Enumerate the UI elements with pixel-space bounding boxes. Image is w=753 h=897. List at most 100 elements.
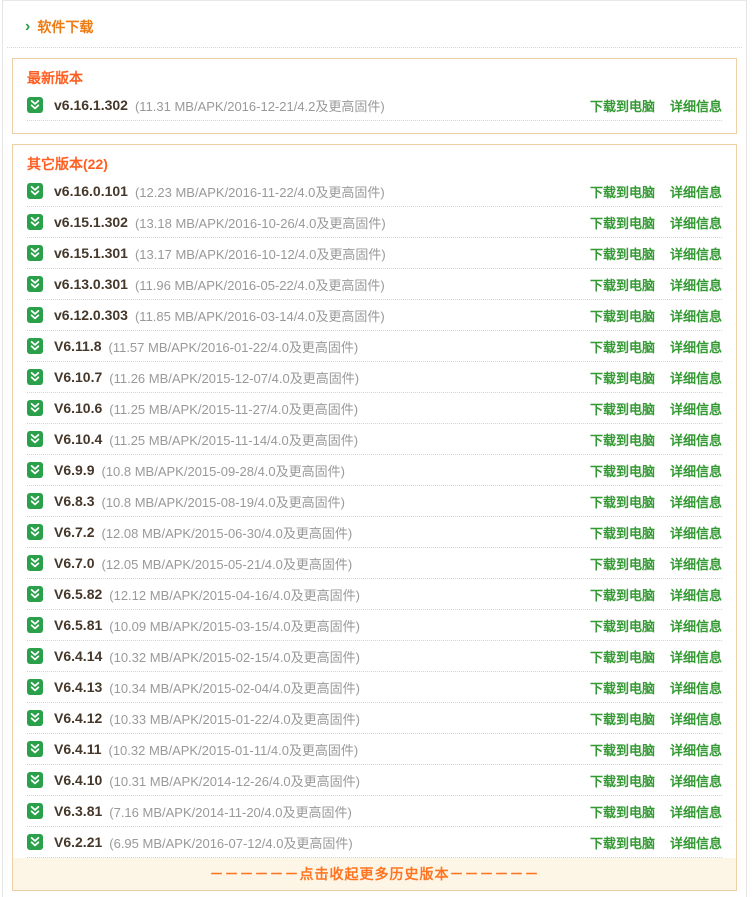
download-icon[interactable] (27, 183, 43, 199)
version-row: V6.10.6 (11.25 MB/APK/2015-11-27/4.0及更高固… (27, 393, 722, 424)
version-info: (13.17 MB/APK/2016-10-12/4.0及更高固件) (135, 244, 386, 263)
download-to-pc-link[interactable]: 下载到电脑 (590, 616, 655, 635)
details-link[interactable]: 详细信息 (670, 430, 722, 449)
download-to-pc-link[interactable]: 下载到电脑 (590, 709, 655, 728)
download-to-pc-link[interactable]: 下载到电脑 (590, 678, 655, 697)
version-label: V6.8.3 (54, 493, 94, 509)
software-download-panel: › 软件下载 最新版本 v6.16.1.302 (11.31 MB/APK/20… (2, 0, 747, 897)
download-to-pc-link[interactable]: 下载到电脑 (590, 368, 655, 387)
version-row: v6.15.1.302 (13.18 MB/APK/2016-10-26/4.0… (27, 207, 722, 238)
download-to-pc-link[interactable]: 下载到电脑 (590, 337, 655, 356)
details-link[interactable]: 详细信息 (670, 492, 722, 511)
details-link[interactable]: 详细信息 (670, 96, 722, 115)
details-link[interactable]: 详细信息 (670, 275, 722, 294)
download-to-pc-link[interactable]: 下载到电脑 (590, 275, 655, 294)
version-row: V6.4.11 (10.32 MB/APK/2015-01-11/4.0及更高固… (27, 734, 722, 765)
download-to-pc-link[interactable]: 下载到电脑 (590, 554, 655, 573)
version-info: (11.31 MB/APK/2016-12-21/4.2及更高固件) (135, 96, 385, 115)
download-icon[interactable] (27, 369, 43, 385)
details-link[interactable]: 详细信息 (670, 182, 722, 201)
details-link[interactable]: 详细信息 (670, 678, 722, 697)
download-icon[interactable] (27, 524, 43, 540)
details-link[interactable]: 详细信息 (670, 616, 722, 635)
details-link[interactable]: 详细信息 (670, 740, 722, 759)
version-row: V6.4.12 (10.33 MB/APK/2015-01-22/4.0及更高固… (27, 703, 722, 734)
version-label: V6.2.21 (54, 834, 102, 850)
download-icon[interactable] (27, 617, 43, 633)
version-label: v6.15.1.301 (54, 245, 128, 261)
download-to-pc-link[interactable]: 下载到电脑 (590, 96, 655, 115)
version-row: V6.11.8 (11.57 MB/APK/2016-01-22/4.0及更高固… (27, 331, 722, 362)
version-label: V6.5.81 (54, 617, 102, 633)
download-to-pc-link[interactable]: 下载到电脑 (590, 213, 655, 232)
download-to-pc-link[interactable]: 下载到电脑 (590, 833, 655, 852)
version-info: (10.34 MB/APK/2015-02-04/4.0及更高固件) (109, 678, 360, 697)
download-to-pc-link[interactable]: 下载到电脑 (590, 802, 655, 821)
download-to-pc-link[interactable]: 下载到电脑 (590, 740, 655, 759)
download-icon[interactable] (27, 803, 43, 819)
details-link[interactable]: 详细信息 (670, 244, 722, 263)
version-label: V6.4.12 (54, 710, 102, 726)
version-info: (11.25 MB/APK/2015-11-14/4.0及更高固件) (109, 430, 358, 449)
download-icon[interactable] (27, 586, 43, 602)
details-link[interactable]: 详细信息 (670, 802, 722, 821)
version-label: V6.4.11 (54, 741, 102, 757)
download-to-pc-link[interactable]: 下载到电脑 (590, 523, 655, 542)
version-row: V6.4.10 (10.31 MB/APK/2014-12-26/4.0及更高固… (27, 765, 722, 796)
details-link[interactable]: 详细信息 (670, 647, 722, 666)
version-info: (10.32 MB/APK/2015-02-15/4.0及更高固件) (109, 647, 360, 666)
download-icon[interactable] (27, 338, 43, 354)
download-to-pc-link[interactable]: 下载到电脑 (590, 182, 655, 201)
details-link[interactable]: 详细信息 (670, 771, 722, 790)
details-link[interactable]: 详细信息 (670, 554, 722, 573)
version-label: v6.16.1.302 (54, 97, 128, 113)
download-icon[interactable] (27, 493, 43, 509)
collapse-history-toggle[interactable]: －－－－－－点击收起更多历史版本－－－－－－ (13, 858, 736, 890)
details-link[interactable]: 详细信息 (670, 585, 722, 604)
download-to-pc-link[interactable]: 下载到电脑 (590, 430, 655, 449)
details-link[interactable]: 详细信息 (670, 399, 722, 418)
download-to-pc-link[interactable]: 下载到电脑 (590, 771, 655, 790)
version-row: v6.13.0.301 (11.96 MB/APK/2016-05-22/4.0… (27, 269, 722, 300)
version-info: (12.05 MB/APK/2015-05-21/4.0及更高固件) (101, 554, 352, 573)
download-icon[interactable] (27, 741, 43, 757)
details-link[interactable]: 详细信息 (670, 368, 722, 387)
version-info: (10.33 MB/APK/2015-01-22/4.0及更高固件) (109, 709, 360, 728)
download-icon[interactable] (27, 555, 43, 571)
details-link[interactable]: 详细信息 (670, 461, 722, 480)
other-versions-heading: 其它版本(22) (13, 145, 736, 176)
version-info: (10.09 MB/APK/2015-03-15/4.0及更高固件) (109, 616, 360, 635)
download-icon[interactable] (27, 679, 43, 695)
details-link[interactable]: 详细信息 (670, 709, 722, 728)
version-info: (10.8 MB/APK/2015-08-19/4.0及更高固件) (101, 492, 345, 511)
download-to-pc-link[interactable]: 下载到电脑 (590, 461, 655, 480)
version-row: V6.8.3 (10.8 MB/APK/2015-08-19/4.0及更高固件)… (27, 486, 722, 517)
version-label: V6.10.7 (54, 369, 102, 385)
download-to-pc-link[interactable]: 下载到电脑 (590, 647, 655, 666)
download-icon[interactable] (27, 307, 43, 323)
download-to-pc-link[interactable]: 下载到电脑 (590, 244, 655, 263)
download-to-pc-link[interactable]: 下载到电脑 (590, 399, 655, 418)
details-link[interactable]: 详细信息 (670, 337, 722, 356)
version-row: V6.7.2 (12.08 MB/APK/2015-06-30/4.0及更高固件… (27, 517, 722, 548)
details-link[interactable]: 详细信息 (670, 306, 722, 325)
download-icon[interactable] (27, 245, 43, 261)
download-to-pc-link[interactable]: 下载到电脑 (590, 585, 655, 604)
version-row: V6.4.14 (10.32 MB/APK/2015-02-15/4.0及更高固… (27, 641, 722, 672)
download-icon[interactable] (27, 834, 43, 850)
download-to-pc-link[interactable]: 下载到电脑 (590, 306, 655, 325)
download-to-pc-link[interactable]: 下载到电脑 (590, 492, 655, 511)
details-link[interactable]: 详细信息 (670, 213, 722, 232)
download-icon[interactable] (27, 214, 43, 230)
download-icon[interactable] (27, 400, 43, 416)
download-icon[interactable] (27, 97, 43, 113)
download-icon[interactable] (27, 462, 43, 478)
download-icon[interactable] (27, 431, 43, 447)
download-icon[interactable] (27, 772, 43, 788)
download-icon[interactable] (27, 648, 43, 664)
version-label: V6.4.14 (54, 648, 102, 664)
download-icon[interactable] (27, 276, 43, 292)
details-link[interactable]: 详细信息 (670, 833, 722, 852)
download-icon[interactable] (27, 710, 43, 726)
details-link[interactable]: 详细信息 (670, 523, 722, 542)
